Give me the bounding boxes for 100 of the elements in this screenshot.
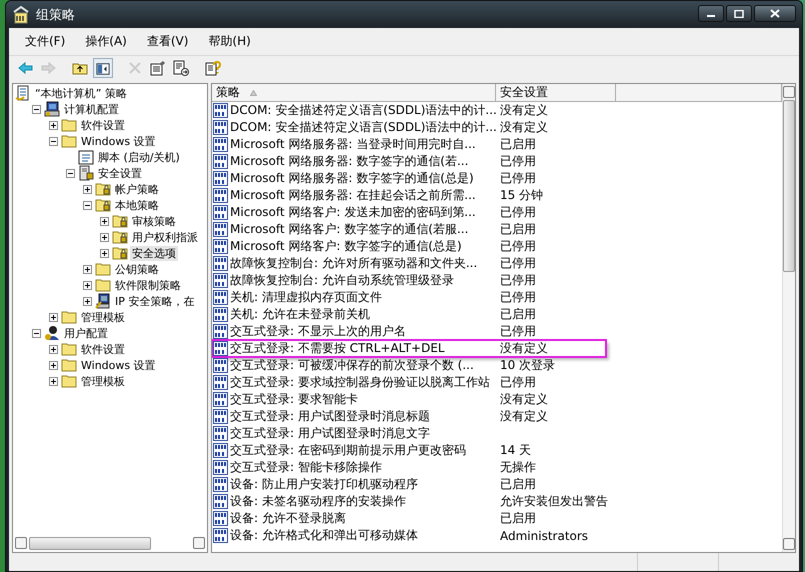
- table-cell-text: 没有定义: [499, 391, 548, 408]
- table-cell-text: 没有定义: [499, 408, 548, 425]
- expand-toggle[interactable]: [49, 344, 58, 354]
- table-row[interactable]: Microsoft 网络服务器: 数字签字的通信(总是) 已停用: [212, 170, 782, 187]
- scroll-right-button[interactable]: [193, 537, 205, 549]
- expand-toggle[interactable]: [49, 360, 58, 370]
- table-row[interactable]: DCOM: 安全描述符定义语言(SDDL)语法中的计... 没有定义: [212, 102, 782, 119]
- properties-button[interactable]: [148, 58, 168, 78]
- scroll-down-button[interactable]: [783, 538, 795, 550]
- tree-item[interactable]: 脚本 (启动/关机): [96, 150, 182, 164]
- scrollbar-thumb[interactable]: [783, 100, 795, 272]
- export-button[interactable]: [171, 58, 191, 78]
- tree-item[interactable]: 审核策略: [130, 214, 178, 228]
- window-title: 组策略: [36, 6, 76, 24]
- table-row[interactable]: 设备: 允许格式化和弹出可移动媒体 Administrators: [212, 527, 782, 544]
- expand-toggle[interactable]: [83, 280, 92, 290]
- expand-toggle[interactable]: [100, 232, 109, 242]
- table-row[interactable]: 交互式登录: 要求域控制器身份验证以脱离工作站 已停用: [212, 374, 782, 391]
- table-row[interactable]: 交互式登录: 用户试图登录时消息标题 没有定义: [212, 408, 782, 425]
- folder-icon: [61, 373, 77, 389]
- expand-toggle[interactable]: [49, 120, 58, 130]
- tree-item[interactable]: 用户配置: [62, 326, 110, 340]
- table-cell-text: Microsoft 网络客户: 数字签字的通信(总是): [230, 238, 463, 255]
- table-cell: DCOM: 安全描述符定义语言(SDDL)语法中的计...: [230, 102, 496, 119]
- menu-item[interactable]: 操作(A): [75, 30, 137, 53]
- table-cell-text: 交互式登录: 要求域控制器身份验证以脱离工作站: [230, 374, 491, 391]
- table-row[interactable]: Microsoft 网络服务器: 在挂起会话之前所需... 15 分钟: [212, 187, 782, 204]
- expand-toggle[interactable]: [100, 248, 109, 258]
- maximize-button[interactable]: [726, 5, 752, 22]
- table-row[interactable]: Microsoft 网络服务器: 当登录时间用完时自... 已启用: [212, 136, 782, 153]
- tree-item[interactable]: 帐户策略: [113, 182, 161, 196]
- table-cell-text: 交互式登录: 在密码到期前提示用户更改密码: [230, 442, 467, 459]
- scroll-left-button[interactable]: [15, 537, 27, 549]
- table-row[interactable]: 交互式登录: 智能卡移除操作 无操作: [212, 459, 782, 476]
- tree-item[interactable]: 管理模板: [79, 374, 127, 388]
- help-button[interactable]: [203, 58, 223, 78]
- tree-item[interactable]: 本地策略: [113, 198, 161, 212]
- table-row[interactable]: 故障恢复控制台: 允许对所有驱动器和文件夹... 已停用: [212, 255, 782, 272]
- table-cell-text: Administrators: [499, 528, 588, 542]
- expand-toggle[interactable]: [49, 312, 58, 322]
- folder-icon: [61, 133, 77, 149]
- table-row[interactable]: Microsoft 网络客户: 数字签字的通信(若服... 已启用: [212, 221, 782, 238]
- tree-item[interactable]: 软件设置: [79, 118, 127, 132]
- tree-item[interactable]: “本地计算机” 策略: [33, 86, 129, 100]
- table-row[interactable]: 关机: 清理虚拟内存页面文件 已停用: [212, 289, 782, 306]
- table-row[interactable]: 设备: 防止用户安装打印机驱动程序 已启用: [212, 476, 782, 493]
- tree-item[interactable]: 用户权利指派: [130, 230, 200, 244]
- computer-icon: [44, 101, 60, 117]
- table-row[interactable]: 交互式登录: 在密码到期前提示用户更改密码 14 天: [212, 442, 782, 459]
- table-row[interactable]: 设备: 允许不登录脱离 已启用: [212, 510, 782, 527]
- tree-item[interactable]: 计算机配置: [62, 102, 121, 116]
- collapse-toggle[interactable]: [83, 200, 92, 210]
- expand-toggle[interactable]: [83, 264, 92, 274]
- expand-toggle[interactable]: [83, 184, 92, 194]
- table-row[interactable]: 交互式登录: 不显示上次的用户名 已停用: [212, 323, 782, 340]
- tree-item[interactable]: IP 安全策略，在: [113, 294, 196, 308]
- table-cell-text: 已启用: [499, 476, 536, 493]
- expand-toggle[interactable]: [49, 376, 58, 386]
- collapse-toggle[interactable]: [32, 104, 41, 114]
- tree-item[interactable]: 公钥策略: [113, 262, 161, 276]
- collapse-toggle[interactable]: [66, 168, 75, 178]
- tree-item[interactable]: 软件限制策略: [113, 278, 183, 292]
- table-cell-text: 关机: 允许在未登录前关机: [230, 306, 371, 323]
- table-cell-text: 交互式登录: 要求智能卡: [230, 391, 359, 408]
- tree-item[interactable]: Windows 设置: [79, 134, 158, 148]
- scroll-up-button[interactable]: [783, 86, 795, 98]
- close-button[interactable]: [754, 5, 796, 22]
- highlighted-row[interactable]: 交互式登录: 不需要按 CTRL+ALT+DEL 没有定义: [212, 340, 606, 357]
- document-icon: [150, 60, 166, 76]
- table-row[interactable]: 交互式登录: 可被缓冲保存的前次登录个数 (... 10 次登录: [212, 357, 782, 374]
- tree-item[interactable]: 管理模板: [79, 310, 127, 324]
- table-row[interactable]: 交互式登录: 用户试图登录时消息文字: [212, 425, 782, 442]
- table-cell-text: Microsoft 网络客户: 发送未加密的密码到第...: [230, 204, 477, 221]
- expand-toggle[interactable]: [83, 296, 92, 306]
- minimize-button[interactable]: [698, 5, 724, 22]
- tree-item[interactable]: Windows 设置: [79, 358, 158, 372]
- table-row[interactable]: 交互式登录: 要求智能卡 没有定义: [212, 391, 782, 408]
- table-cell-text: 交互式登录: 不显示上次的用户名: [230, 323, 407, 340]
- menu-item[interactable]: 文件(F): [15, 30, 76, 53]
- table-cell-text: 已启用: [499, 136, 536, 153]
- table-cell-text: 故障恢复控制台: 允许自动系统管理级登录: [230, 272, 455, 289]
- scrollbar-thumb[interactable]: [29, 536, 151, 550]
- table-row[interactable]: DCOM: 安全描述符定义语言(SDDL)语法中的计... 没有定义: [212, 119, 782, 136]
- collapse-toggle[interactable]: [32, 328, 41, 338]
- table-row[interactable]: Microsoft 网络客户: 发送未加密的密码到第... 已停用: [212, 204, 782, 221]
- table-row[interactable]: 故障恢复控制台: 允许自动系统管理级登录 已停用: [212, 272, 782, 289]
- tree-button[interactable]: [93, 58, 113, 78]
- collapse-toggle[interactable]: [49, 136, 58, 146]
- table-cell-text: 14 天: [499, 442, 532, 459]
- expand-toggle[interactable]: [100, 216, 109, 226]
- table-row[interactable]: 关机: 允许在未登录前关机 已启用: [212, 306, 782, 323]
- table-row[interactable]: Microsoft 网络服务器: 数字签字的通信(若... 已停用: [212, 153, 782, 170]
- lockfolder-icon: [112, 245, 128, 261]
- menu-item[interactable]: 帮助(H): [198, 30, 261, 53]
- tree-item[interactable]: 安全设置: [96, 166, 144, 180]
- table-row[interactable]: 设备: 未签名驱动程序的安装操作 允许安装但发出警告: [212, 493, 782, 510]
- menu-item[interactable]: 查看(V): [136, 30, 198, 53]
- table-row[interactable]: Microsoft 网络客户: 数字签字的通信(总是) 已停用: [212, 238, 782, 255]
- tree-item[interactable]: 安全选项: [130, 246, 178, 260]
- tree-item[interactable]: 软件设置: [79, 342, 127, 356]
